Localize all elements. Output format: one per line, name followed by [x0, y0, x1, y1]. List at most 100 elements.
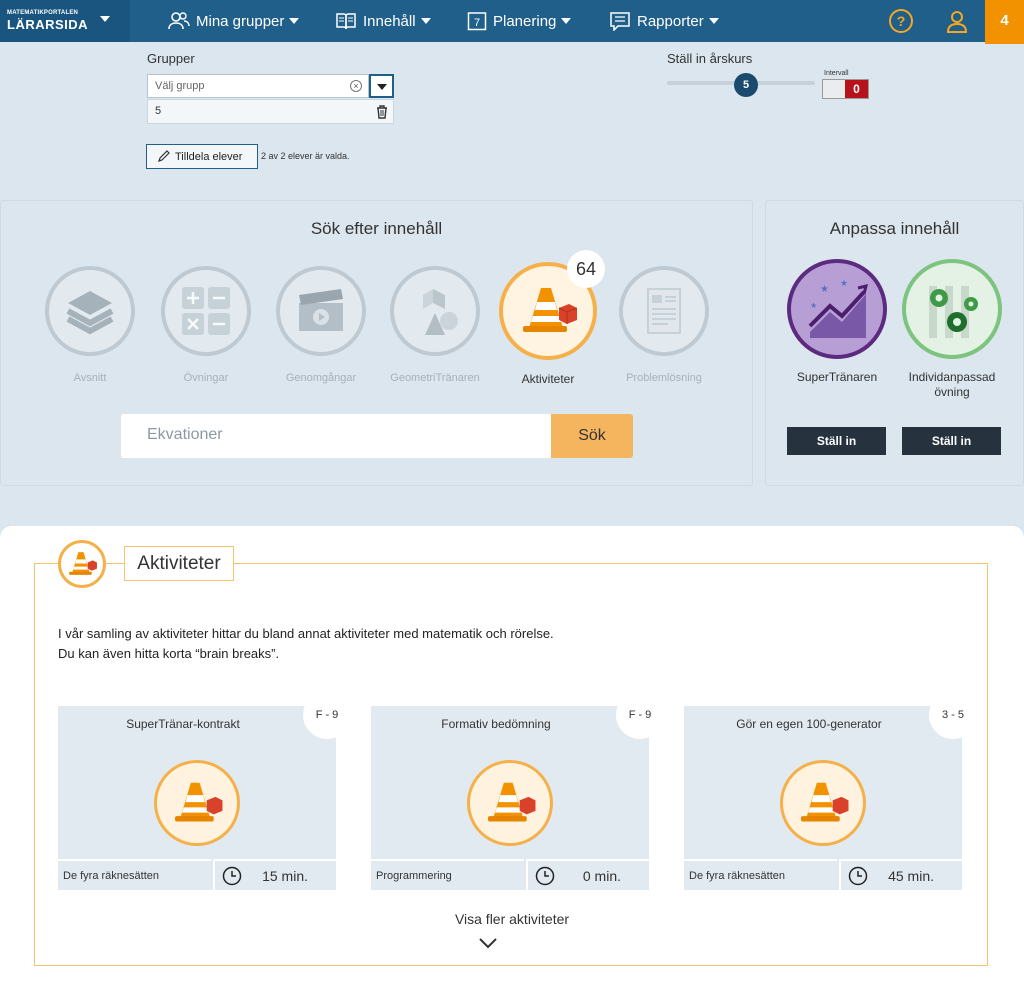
clock-icon — [222, 866, 242, 885]
calendar-icon: 7 — [467, 12, 487, 31]
content-type-label: Avsnitt — [73, 372, 107, 384]
geometry-shapes-icon — [390, 266, 480, 356]
activity-duration: 15 min. — [213, 859, 336, 890]
nav-innehall[interactable]: Innehåll — [335, 0, 431, 42]
content-type-genomgangar[interactable]: Genomgångar — [276, 266, 366, 384]
svg-text:★: ★ — [810, 301, 817, 310]
traffic-cone-icon — [780, 760, 866, 846]
supertranaren-setup-button[interactable]: Ställ in — [787, 427, 886, 455]
clock-icon — [535, 866, 555, 885]
search-input[interactable]: Ekvationer — [121, 414, 551, 458]
content-type-avsnitt[interactable]: Avsnitt — [45, 266, 135, 384]
chevron-down-icon[interactable] — [478, 936, 498, 950]
assign-students-label: Tilldela elever — [175, 150, 243, 163]
activity-card[interactable]: Gör en egen 100-generator 3 - 5 De fyra … — [684, 691, 977, 890]
trend-chart-icon: ★ ★ ★ — [787, 259, 887, 359]
layers-icon — [45, 266, 135, 356]
activity-category: De fyra räknesätten — [684, 859, 837, 890]
user-icon[interactable] — [944, 8, 970, 34]
caret-down-icon — [100, 16, 110, 22]
activity-card-title: SuperTränar-kontrakt — [126, 717, 240, 731]
content-type-ovningar[interactable]: Övningar — [161, 266, 251, 384]
activity-time: 0 min. — [582, 867, 621, 884]
brand-title: LÄRARSIDA — [7, 17, 89, 32]
activities-description: I vår samling av aktiviteter hittar du b… — [58, 626, 554, 661]
traffic-cone-icon — [154, 760, 240, 846]
grade-slider-knob[interactable]: 5 — [734, 73, 758, 97]
toggle-on-side: 0 — [845, 80, 868, 98]
clear-icon[interactable]: × — [350, 80, 362, 92]
document-icon — [619, 266, 709, 356]
individanpassad-label: Individanpassad övning — [908, 370, 996, 399]
caret-down-icon — [289, 18, 300, 24]
group-select[interactable]: Välj grupp × — [147, 74, 369, 98]
group-settings-panel: Grupper Välj grupp × 5 Tilldela elever 2… — [0, 44, 1024, 188]
calendar-day: 7 — [474, 17, 480, 29]
activity-card[interactable]: Formativ bedömning F - 9 Programmering 0… — [371, 691, 664, 890]
supertranaren-label: SuperTränaren — [796, 370, 878, 384]
grade-badge: F - 9 — [303, 691, 351, 739]
grade-badge: F - 9 — [616, 691, 664, 739]
top-navbar: MATEMATIKPORTALEN LÄRARSIDA Mina grupper… — [0, 0, 1024, 44]
activity-category: De fyra räknesätten — [58, 859, 211, 890]
activity-time: 15 min. — [262, 867, 308, 884]
show-more-activities-link[interactable]: Visa fler aktiviteter — [0, 911, 1024, 927]
content-type-label: Övningar — [183, 372, 229, 384]
svg-text:★: ★ — [840, 278, 848, 288]
individanpassad-item[interactable]: Individanpassad övning — [902, 259, 1002, 400]
search-panel-title: Sök efter innehåll — [310, 219, 443, 238]
brand-menu[interactable]: MATEMATIKPORTALEN LÄRARSIDA — [0, 0, 130, 42]
clapperboard-icon — [276, 266, 366, 356]
group-select-placeholder: Välj grupp — [155, 80, 205, 92]
individanpassad-setup-button[interactable]: Ställ in — [902, 427, 1001, 455]
math-operators-icon — [161, 266, 251, 356]
activity-category: Programmering — [371, 859, 524, 890]
content-type-geometritranaren[interactable]: GeometriTränaren — [390, 266, 480, 384]
grade-badge: 3 - 5 — [929, 691, 977, 739]
report-icon — [610, 12, 630, 31]
content-type-label: Aktiviteter — [521, 372, 575, 386]
activities-title: Aktiviteter — [124, 546, 234, 581]
activity-card[interactable]: SuperTränar-kontrakt F - 9 De fyra räkne… — [58, 691, 351, 890]
svg-text:★: ★ — [820, 284, 829, 295]
gears-icon — [902, 259, 1002, 359]
assign-info-text: 2 av 2 elever är valda. — [261, 151, 350, 161]
trash-icon[interactable] — [375, 104, 389, 119]
caret-down-icon — [708, 18, 719, 24]
grade-label: Ställ in årskurs — [667, 51, 753, 66]
nav-planering[interactable]: 7 Planering — [467, 0, 572, 42]
activity-card-title: Formativ bedömning — [441, 717, 551, 731]
nav-label: Innehåll — [363, 12, 416, 30]
assign-students-button[interactable]: Tilldela elever — [146, 144, 258, 169]
nav-rapporter[interactable]: Rapporter — [609, 0, 719, 42]
brand-subtitle: MATEMATIKPORTALEN — [7, 10, 79, 16]
content-type-problemlosning[interactable]: Problemlösning — [619, 266, 709, 384]
notification-badge[interactable]: 4 — [985, 0, 1024, 44]
traffic-cone-icon — [58, 540, 106, 588]
search-panel: Sök efter innehåll Avsnitt Övningar Geno… — [0, 200, 753, 486]
nav-mina-grupper[interactable]: Mina grupper — [168, 0, 300, 42]
content-type-label: GeometriTränaren — [390, 372, 480, 384]
supertranaren-item[interactable]: ★ ★ ★ SuperTränaren — [787, 259, 887, 385]
activity-card-title: Gör en egen 100-generator — [736, 717, 882, 731]
interval-toggle[interactable]: 0 — [822, 79, 869, 99]
activity-duration: 0 min. — [526, 859, 649, 890]
search-button[interactable]: Sök — [551, 414, 633, 458]
activity-duration: 45 min. — [839, 859, 962, 890]
help-button[interactable]: ? — [889, 9, 913, 33]
users-icon — [168, 12, 190, 30]
book-icon — [336, 13, 356, 30]
customize-panel-title: Anpassa innehåll — [829, 219, 960, 238]
nav-label: Rapporter — [637, 12, 704, 30]
content-type-label: Problemlösning — [626, 372, 702, 384]
activity-time: 45 min. — [888, 867, 934, 884]
caret-down-icon — [561, 18, 572, 24]
group-dropdown-button[interactable] — [369, 74, 394, 98]
clock-icon — [848, 866, 868, 885]
toggle-off-side — [823, 80, 845, 98]
caret-down-icon — [420, 18, 431, 24]
selected-group-value: 5 — [155, 105, 162, 117]
groups-label: Grupper — [147, 51, 195, 66]
traffic-cone-icon — [467, 760, 553, 846]
interval-label: Intervall — [824, 70, 849, 77]
